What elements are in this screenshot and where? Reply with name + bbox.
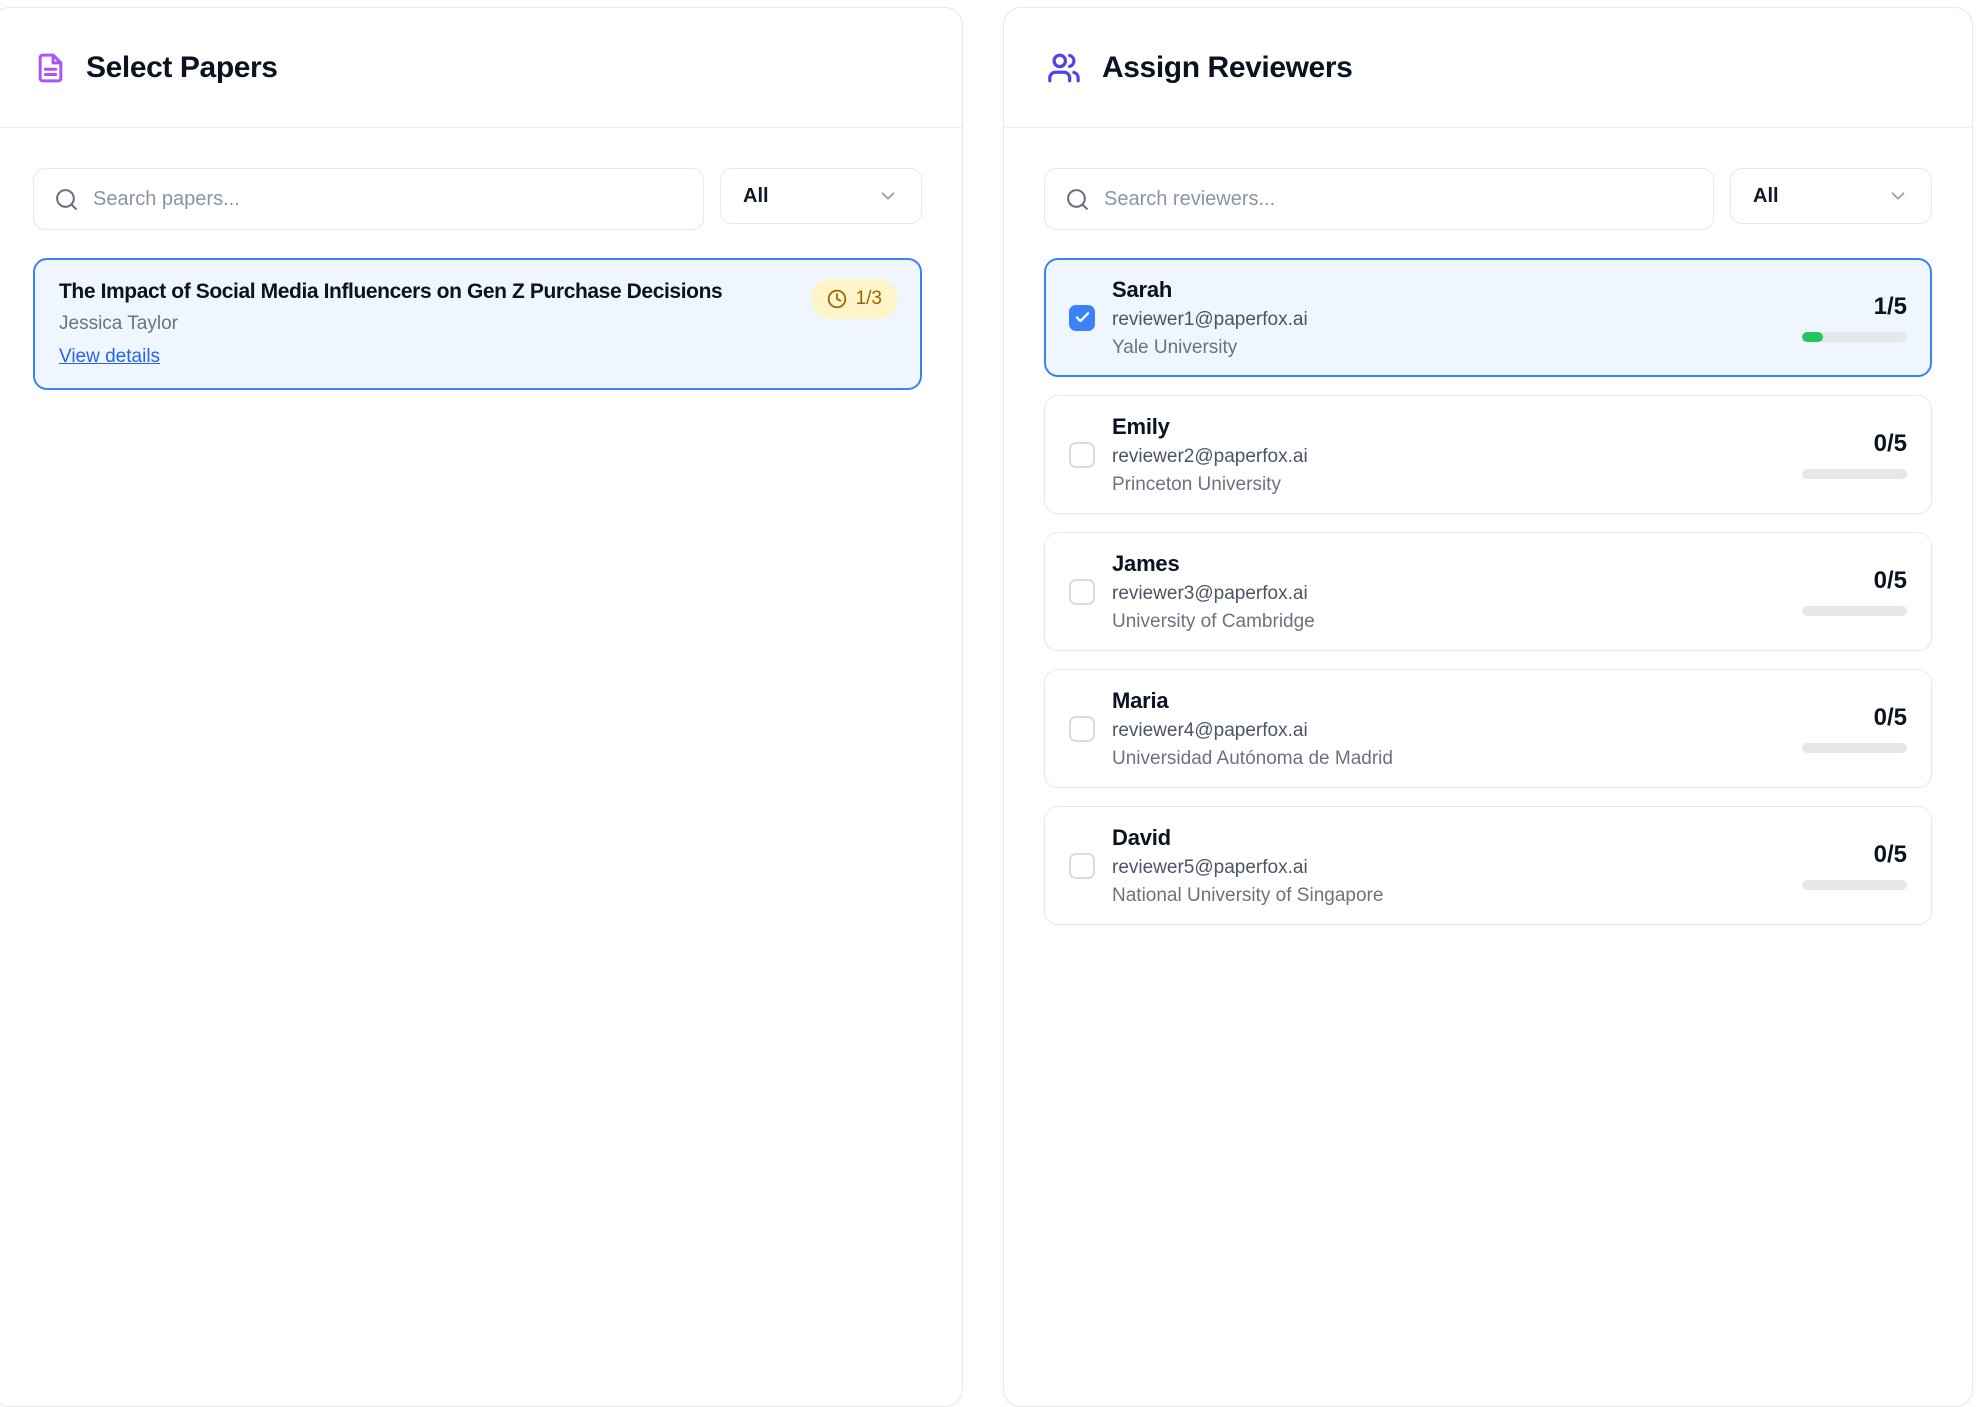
reviewer-load: 0/5 [1802,704,1907,753]
check-icon [1074,309,1091,326]
reviewer-affiliation: University of Cambridge [1112,611,1785,633]
file-text-icon [35,50,66,86]
users-icon [1046,51,1082,85]
reviewer-card-james[interactable]: James reviewer3@paperfox.ai University o… [1044,532,1932,651]
load-fill [1802,332,1823,342]
load-count: 0/5 [1802,841,1907,869]
reviewer-load: 0/5 [1802,430,1907,479]
reviewer-name: James [1112,551,1785,577]
reviewer-card-sarah[interactable]: Sarah reviewer1@paperfox.ai Yale Univers… [1044,258,1932,377]
pending-reviews-badge: 1/3 [811,279,898,319]
paper-card[interactable]: The Impact of Social Media Influencers o… [33,258,922,390]
reviewer-email: reviewer5@paperfox.ai [1112,857,1785,879]
reviewer-checkbox[interactable] [1069,442,1095,468]
load-bar [1802,332,1907,342]
papers-filter-dropdown[interactable]: All [720,168,922,224]
chevron-down-icon [1887,185,1909,207]
reviewer-card-maria[interactable]: Maria reviewer4@paperfox.ai Universidad … [1044,669,1932,788]
load-count: 0/5 [1802,704,1907,732]
load-bar [1802,469,1907,479]
papers-searchbox [33,168,704,230]
assign-reviewers-panel: Assign Reviewers All [1003,7,1973,1407]
reviewer-load: 0/5 [1802,567,1907,616]
reviewers-filter-dropdown[interactable]: All [1730,168,1932,224]
reviewer-email: reviewer3@paperfox.ai [1112,583,1785,605]
reviewer-card-david[interactable]: David reviewer5@paperfox.ai National Uni… [1044,806,1932,925]
reviewers-filter-value: All [1753,185,1779,208]
papers-toolbar: All [33,168,922,230]
load-count: 1/5 [1802,293,1907,321]
load-bar [1802,880,1907,890]
reviewer-affiliation: Yale University [1112,337,1785,359]
reviewer-card-emily[interactable]: Emily reviewer2@paperfox.ai Princeton Un… [1044,395,1932,514]
reviewer-checkbox[interactable] [1069,305,1095,331]
reviewers-toolbar: All [1044,168,1932,230]
reviewer-name: Emily [1112,414,1785,440]
reviewer-email: reviewer4@paperfox.ai [1112,720,1785,742]
reviewer-list: Sarah reviewer1@paperfox.ai Yale Univers… [1044,258,1932,925]
select-papers-panel: Select Papers All Th [0,7,963,1407]
load-bar [1802,606,1907,616]
assign-reviewers-title: Assign Reviewers [1102,51,1352,85]
assign-reviewers-header: Assign Reviewers [1004,8,1972,128]
load-bar [1802,743,1907,753]
load-count: 0/5 [1802,430,1907,458]
reviewer-email: reviewer2@paperfox.ai [1112,446,1785,468]
badge-count: 1/3 [856,288,882,310]
clock-icon [827,289,847,309]
search-icon [1065,187,1090,212]
reviewer-affiliation: Universidad Autónoma de Madrid [1112,748,1785,770]
reviewer-name: David [1112,825,1785,851]
reviewers-searchbox [1044,168,1714,230]
papers-search-input[interactable] [93,188,683,211]
search-icon [54,187,79,212]
reviewer-load: 0/5 [1802,841,1907,890]
view-details-link[interactable]: View details [59,346,160,368]
reviewer-checkbox[interactable] [1069,716,1095,742]
reviewer-name: Maria [1112,688,1785,714]
select-papers-header: Select Papers [0,8,962,128]
reviewer-email: reviewer1@paperfox.ai [1112,309,1785,331]
reviewer-affiliation: National University of Singapore [1112,885,1785,907]
reviewer-affiliation: Princeton University [1112,474,1785,496]
chevron-down-icon [877,185,899,207]
reviewers-search-input[interactable] [1104,188,1693,211]
reviewer-load: 1/5 [1802,293,1907,342]
load-count: 0/5 [1802,567,1907,595]
select-papers-title: Select Papers [86,51,278,85]
paper-title: The Impact of Social Media Influencers o… [59,280,896,304]
paper-author: Jessica Taylor [59,313,896,335]
reviewer-checkbox[interactable] [1069,853,1095,879]
reviewer-checkbox[interactable] [1069,579,1095,605]
papers-filter-value: All [743,185,769,208]
reviewer-name: Sarah [1112,277,1785,303]
